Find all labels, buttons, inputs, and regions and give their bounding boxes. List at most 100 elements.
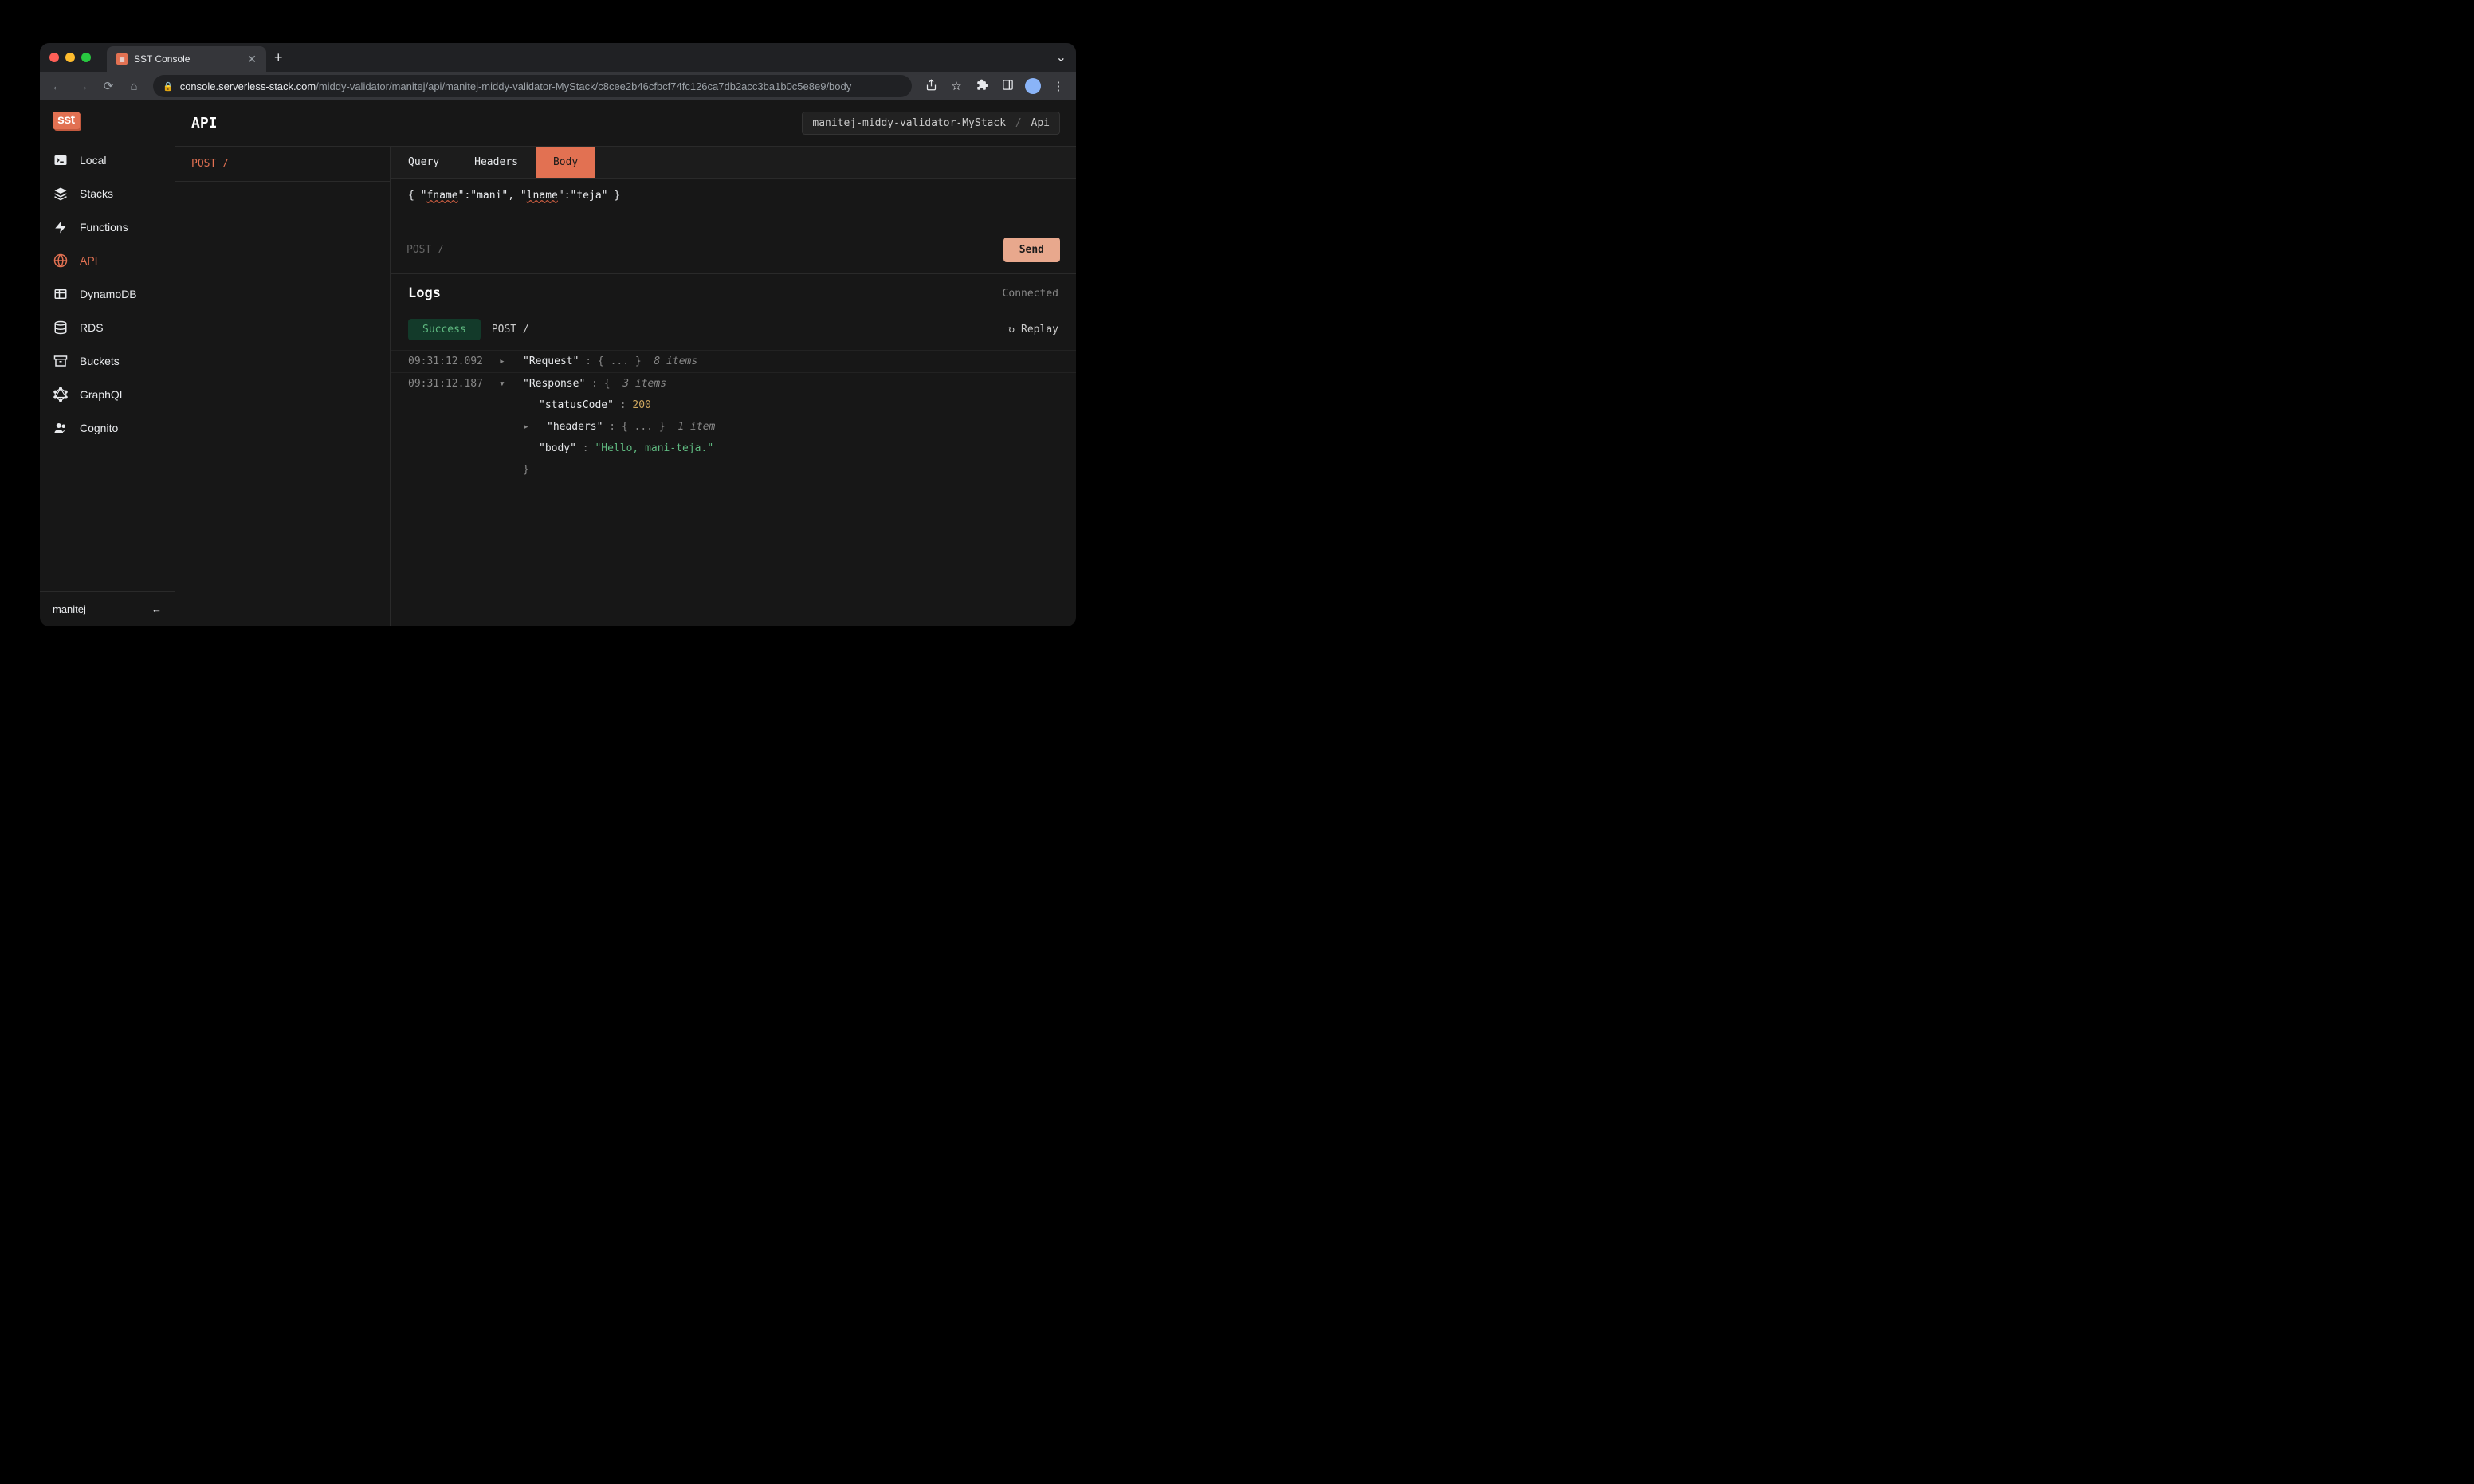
log-field-statuscode: "statusCode" : 200 (391, 395, 1076, 416)
sidebar-item-label: DynamoDB (80, 288, 137, 300)
tab-query[interactable]: Query (391, 147, 457, 178)
log-entry-response: 09:31:12.187 ▾ "Response" : { 3 items (391, 372, 1076, 395)
table-icon (53, 287, 69, 301)
tab-headers[interactable]: Headers (457, 147, 536, 178)
tab-body[interactable]: Body (536, 147, 595, 178)
log-timestamp: 09:31:12.187 (408, 378, 485, 390)
sidebar-item-label: GraphQL (80, 388, 126, 401)
sidebar-item-label: Cognito (80, 422, 118, 434)
logs-header: Logs Connected (391, 274, 1076, 312)
log-timestamp: 09:31:12.092 (408, 355, 485, 367)
expand-toggle[interactable]: ▸ (499, 355, 509, 367)
body-val: mani (477, 190, 501, 202)
route-method: POST (191, 158, 216, 170)
content: API manitej-middy-validator-MyStack / Ap… (175, 100, 1076, 626)
titlebar: ▦ SST Console ✕ + ⌄ (40, 43, 1076, 72)
expand-toggle[interactable]: ▸ (523, 421, 532, 433)
log-request-summary: Success POST / ↻ Replay (391, 312, 1076, 350)
log-closing-brace: } (391, 459, 1076, 481)
sidebar-item-functions[interactable]: Functions (40, 210, 175, 244)
page-title: API (191, 115, 218, 132)
bolt-icon (53, 220, 69, 234)
sidebar-item-rds[interactable]: RDS (40, 311, 175, 344)
footer-user: manitej (53, 603, 86, 615)
sidebar-item-stacks[interactable]: Stacks (40, 177, 175, 210)
send-route-label: POST / (406, 244, 444, 256)
terminal-icon (53, 153, 69, 167)
sidebar-item-label: RDS (80, 321, 104, 334)
breadcrumb-resource: Api (1031, 117, 1050, 129)
panel-icon[interactable] (996, 79, 1019, 94)
forward-button[interactable]: → (72, 80, 94, 93)
sidebar-item-label: Local (80, 154, 106, 167)
replay-button[interactable]: ↻ Replay (1008, 324, 1058, 336)
back-button[interactable]: ← (46, 80, 69, 93)
breadcrumb-stack: manitej-middy-validator-MyStack (812, 117, 1006, 129)
body-editor[interactable]: { "fname":"mani", "lname":"teja" } (391, 179, 1076, 226)
archive-icon (53, 354, 69, 368)
log-entry-request: 09:31:12.092 ▸ "Request" : { ... } 8 ite… (391, 350, 1076, 372)
log-field-body: "body" : "Hello, mani-teja." (391, 438, 1076, 459)
browser-tab[interactable]: ▦ SST Console ✕ (107, 46, 266, 72)
route-item[interactable]: POST / (175, 147, 390, 182)
log-content: "Response" : { 3 items (523, 378, 666, 390)
log-field-headers: ▸ "headers" : { ... } 1 item (391, 416, 1076, 438)
graphql-icon (53, 387, 69, 402)
status-badge: Success (408, 319, 481, 340)
logs-connection-status: Connected (1003, 288, 1058, 300)
url-input[interactable]: 🔒 console.serverless-stack.com/middy-val… (153, 75, 912, 97)
new-tab-button[interactable]: + (274, 49, 283, 66)
app: sst Local Stacks Functions API (40, 100, 1076, 626)
close-window-button[interactable] (49, 53, 59, 62)
sidebar-item-label: Stacks (80, 187, 113, 200)
routes-panel: POST / (175, 147, 391, 626)
addressbar: ← → ⟳ ⌂ 🔒 console.serverless-stack.com/m… (40, 72, 1076, 100)
home-button[interactable]: ⌂ (123, 80, 145, 93)
breadcrumb-separator: / (1015, 117, 1022, 129)
tab-strip: ▦ SST Console ✕ + (107, 43, 1056, 72)
lock-icon: 🔒 (163, 81, 174, 92)
logo[interactable]: sst (40, 100, 175, 140)
sidebar-item-graphql[interactable]: GraphQL (40, 378, 175, 411)
sidebar-item-cognito[interactable]: Cognito (40, 411, 175, 445)
replay-icon: ↻ (1008, 324, 1015, 336)
sidebar: sst Local Stacks Functions API (40, 100, 175, 626)
profile-avatar[interactable] (1025, 78, 1041, 94)
sidebar-item-api[interactable]: API (40, 244, 175, 277)
star-icon[interactable]: ☆ (945, 79, 968, 93)
breadcrumb[interactable]: manitej-middy-validator-MyStack / Api (802, 112, 1060, 135)
collapse-toggle[interactable]: ▾ (499, 378, 509, 390)
send-button[interactable]: Send (1003, 238, 1060, 262)
maximize-window-button[interactable] (81, 53, 91, 62)
sidebar-item-dynamodb[interactable]: DynamoDB (40, 277, 175, 311)
sidebar-item-local[interactable]: Local (40, 143, 175, 177)
nav-menu: Local Stacks Functions API DynamoDB (40, 140, 175, 591)
sidebar-item-label: Buckets (80, 355, 120, 367)
replay-label: Replay (1021, 324, 1058, 336)
arrow-left-icon: ← (151, 603, 162, 615)
close-tab-button[interactable]: ✕ (247, 53, 257, 66)
browser-window: ▦ SST Console ✕ + ⌄ ← → ⟳ ⌂ 🔒 console.se… (40, 43, 1076, 626)
users-icon (53, 421, 69, 435)
database-icon (53, 320, 69, 335)
extensions-icon[interactable] (971, 79, 993, 94)
menu-icon[interactable]: ⋮ (1047, 79, 1070, 93)
reload-button[interactable]: ⟳ (97, 79, 120, 93)
body-val: teja (576, 190, 601, 202)
sidebar-footer[interactable]: manitej ← (40, 591, 175, 626)
content-body: POST / Query Headers Body { "fname":"man… (175, 147, 1076, 626)
sidebar-item-label: API (80, 254, 98, 267)
chevron-down-icon[interactable]: ⌄ (1056, 49, 1066, 65)
main-panel: Query Headers Body { "fname":"mani", "ln… (391, 147, 1076, 626)
globe-icon (53, 253, 69, 268)
url-text: console.serverless-stack.com/middy-valid… (180, 80, 852, 92)
share-icon[interactable] (920, 79, 942, 94)
sidebar-item-buckets[interactable]: Buckets (40, 344, 175, 378)
minimize-window-button[interactable] (65, 53, 75, 62)
tab-favicon-icon: ▦ (116, 53, 128, 65)
route-path: / (222, 158, 229, 170)
window-controls (49, 53, 91, 62)
log-content: "Request" : { ... } 8 items (523, 355, 697, 367)
sidebar-item-label: Functions (80, 221, 128, 234)
content-header: API manitej-middy-validator-MyStack / Ap… (175, 100, 1076, 147)
